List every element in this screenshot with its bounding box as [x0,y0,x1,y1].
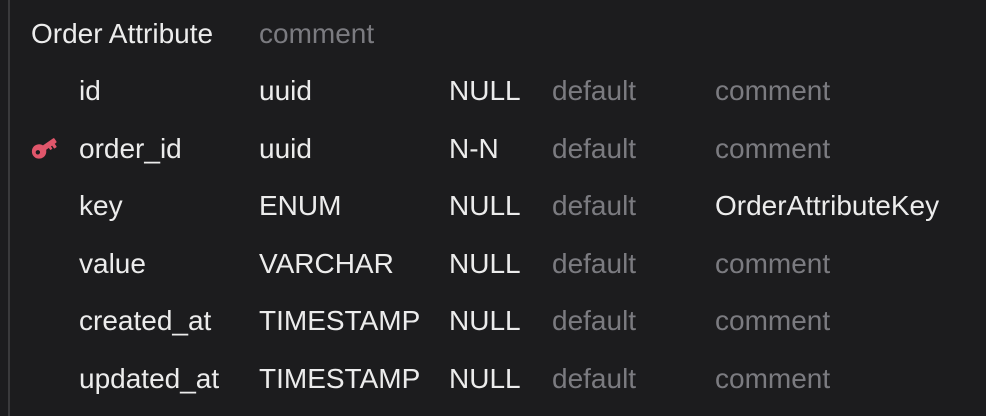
column-name[interactable]: value [79,235,146,293]
column-comment[interactable]: comment [715,350,830,408]
column-type[interactable]: ENUM [259,177,341,235]
column-type[interactable]: uuid [259,62,312,120]
column-list: id uuid NULL default comment order_id uu… [0,62,986,408]
row-icon-slot [27,350,61,408]
column-nullability[interactable]: NULL [449,177,521,235]
column-nullability[interactable]: NULL [449,292,521,350]
column-name[interactable]: created_at [79,292,211,350]
column-row[interactable]: value VARCHAR NULL default comment [0,235,986,293]
column-default[interactable]: default [552,292,636,350]
column-comment[interactable]: comment [715,62,830,120]
column-type[interactable]: uuid [259,120,312,178]
column-name[interactable]: order_id [79,120,182,178]
column-default[interactable]: default [552,62,636,120]
column-comment[interactable]: comment [715,120,830,178]
row-icon-slot [27,235,61,293]
column-type[interactable]: TIMESTAMP [259,292,420,350]
table-name[interactable]: Order Attribute [31,18,213,50]
column-comment[interactable]: OrderAttributeKey [715,177,939,235]
row-icon-slot [27,292,61,350]
column-name[interactable]: key [79,177,123,235]
column-row[interactable]: id uuid NULL default comment [0,62,986,120]
table-header: Order Attribute comment [31,12,374,56]
key-icon [27,120,61,178]
column-comment[interactable]: comment [715,292,830,350]
column-row[interactable]: created_at TIMESTAMP NULL default commen… [0,292,986,350]
table-comment[interactable]: comment [259,18,374,50]
column-nullability[interactable]: NULL [449,235,521,293]
column-default[interactable]: default [552,120,636,178]
column-nullability[interactable]: NULL [449,62,521,120]
column-default[interactable]: default [552,235,636,293]
table-editor-panel: Order Attribute comment id uuid NULL def… [0,0,986,416]
column-name[interactable]: id [79,62,101,120]
column-type[interactable]: TIMESTAMP [259,350,420,408]
column-name[interactable]: updated_at [79,350,219,408]
row-icon-slot [27,177,61,235]
column-default[interactable]: default [552,177,636,235]
column-comment[interactable]: comment [715,235,830,293]
column-row[interactable]: order_id uuid N-N default comment [0,120,986,178]
column-nullability[interactable]: N-N [449,120,499,178]
column-nullability[interactable]: NULL [449,350,521,408]
column-type[interactable]: VARCHAR [259,235,394,293]
column-row[interactable]: updated_at TIMESTAMP NULL default commen… [0,350,986,408]
column-row[interactable]: key ENUM NULL default OrderAttributeKey [0,177,986,235]
row-icon-slot [27,62,61,120]
column-default[interactable]: default [552,350,636,408]
